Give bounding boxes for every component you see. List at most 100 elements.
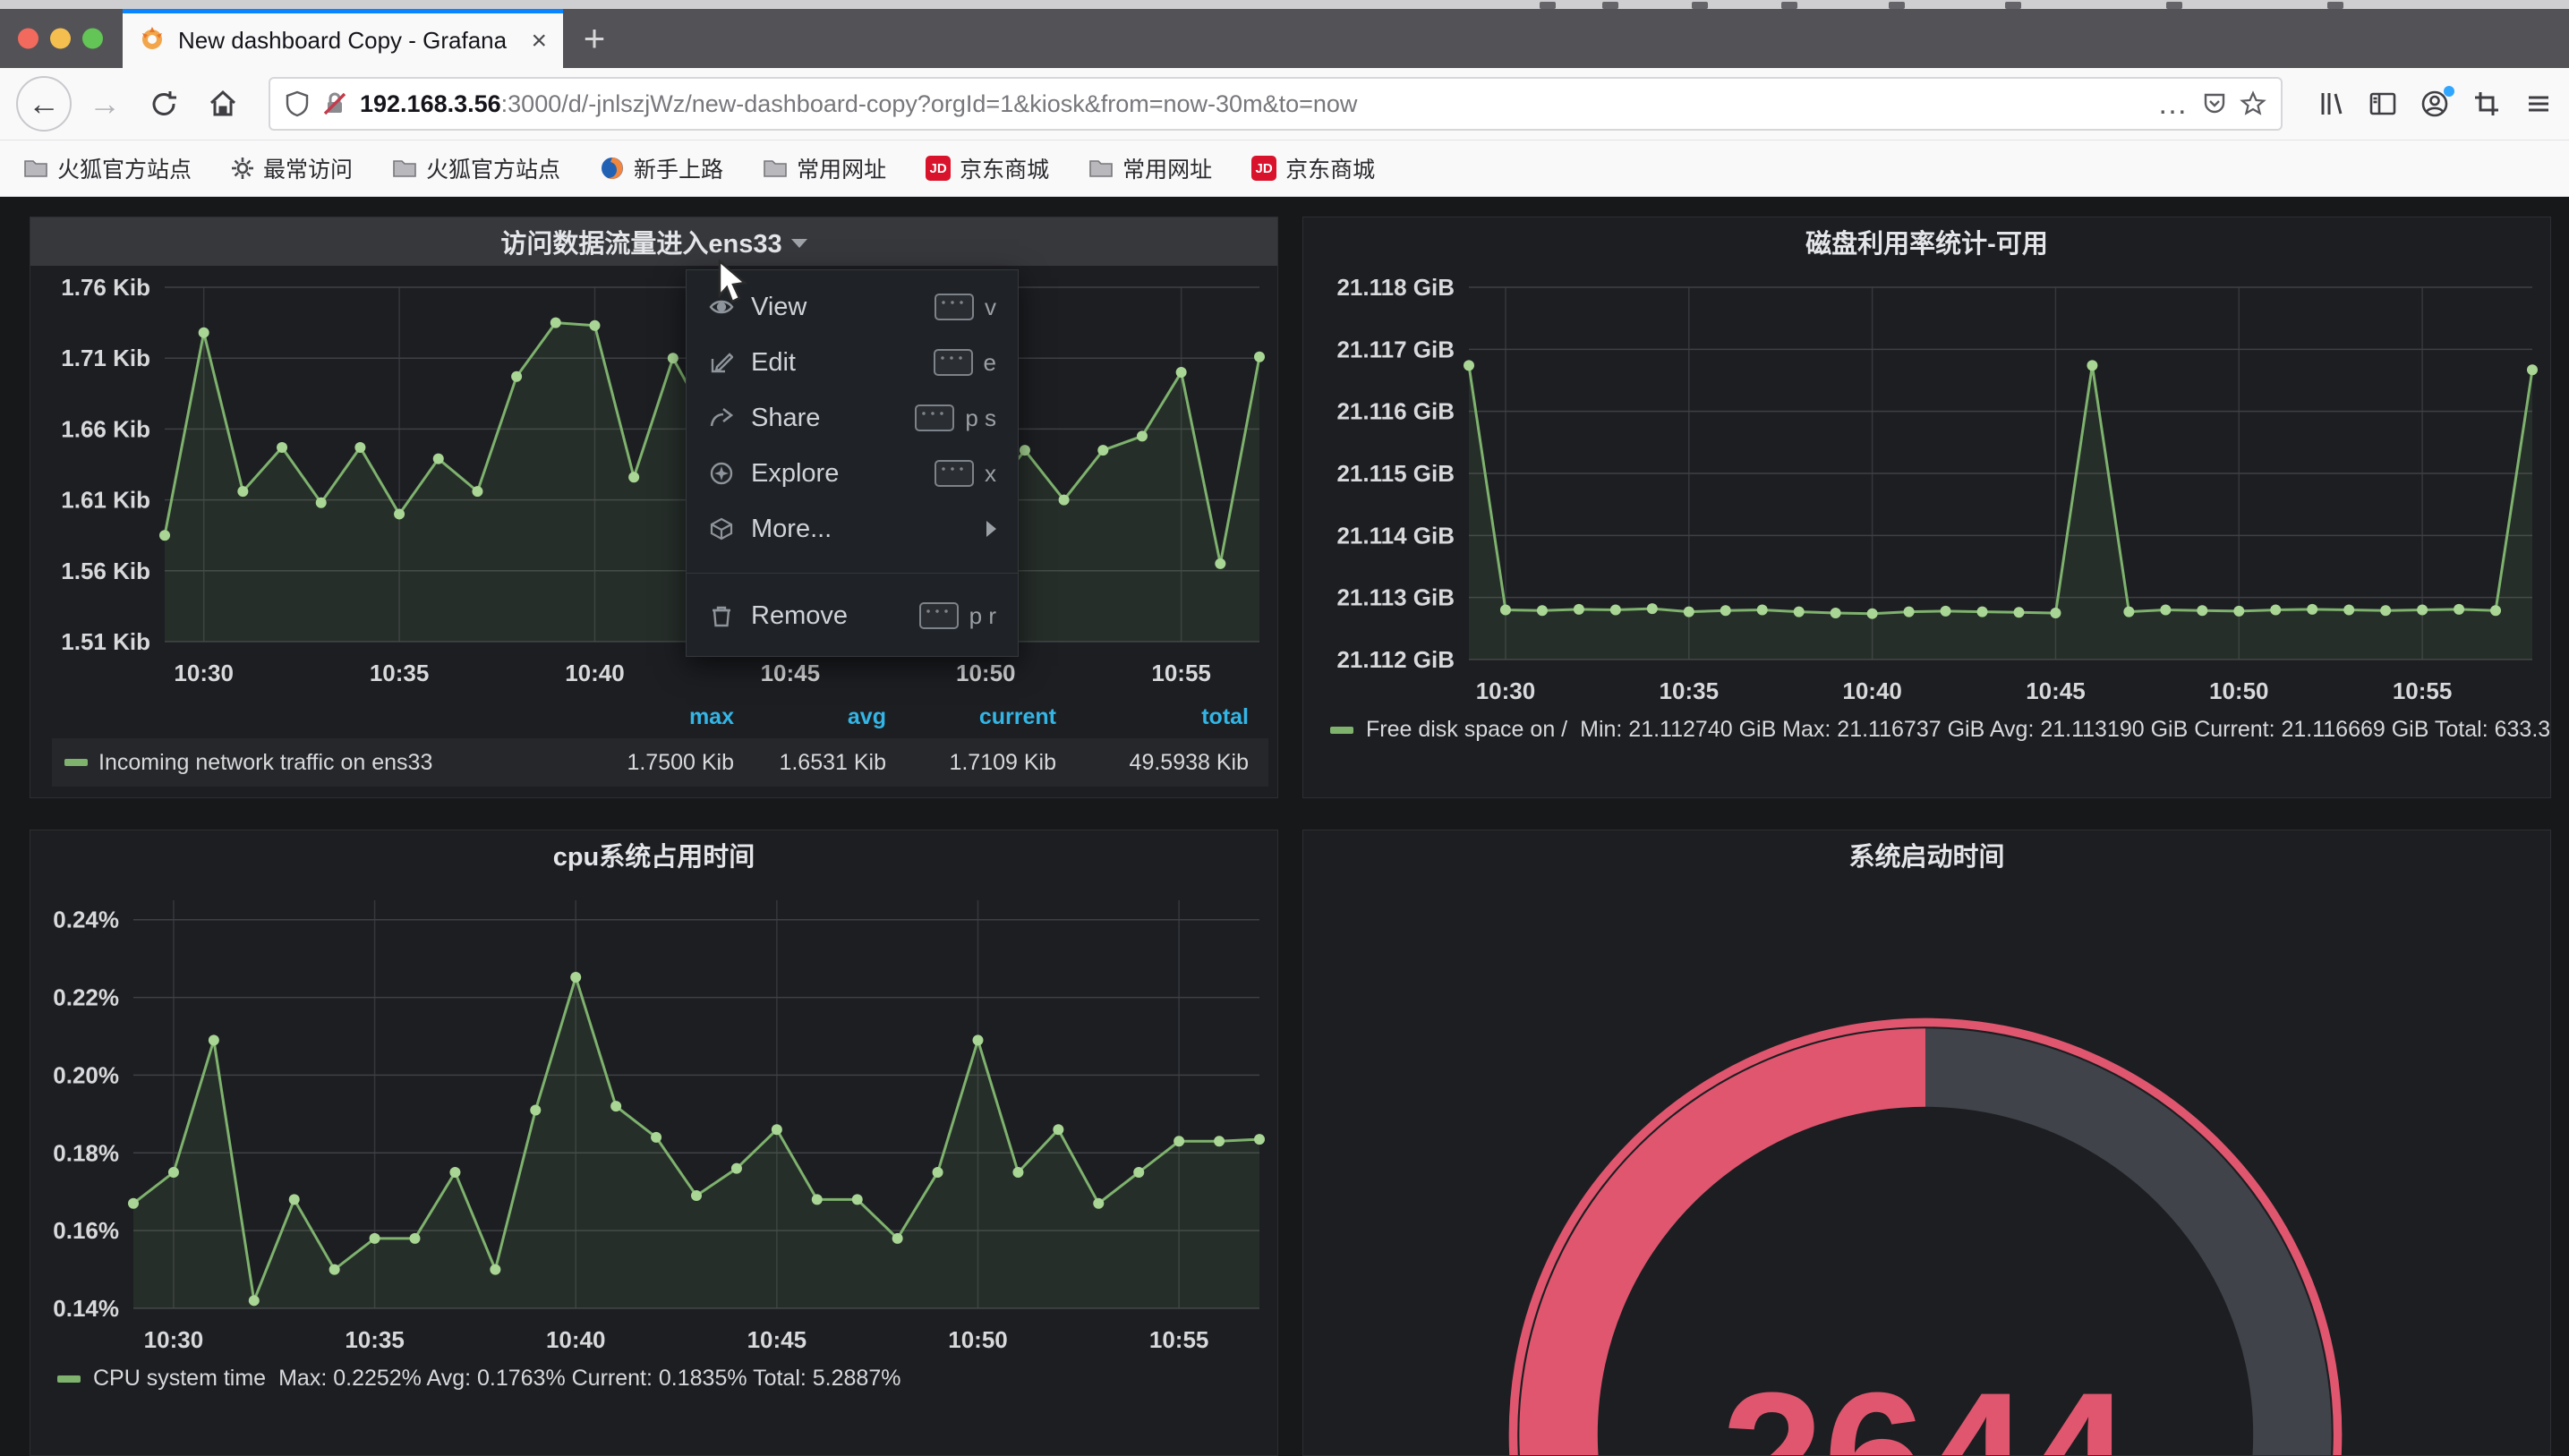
network-chart[interactable]: 10:3010:3510:4010:4510:5010:551.76 Kib1.… [30,266,1277,695]
menu-item-explore[interactable]: Explore x [687,446,1018,501]
window-close-button[interactable] [18,29,38,49]
mouse-cursor [716,260,757,309]
series-stats: Min: 21.112740 GiB Max: 21.116737 GiB Av… [1580,717,2550,743]
forward-button[interactable]: → [79,78,131,130]
svg-text:1.61 Kib: 1.61 Kib [61,487,150,514]
back-button[interactable]: ← [16,76,72,132]
url-bar[interactable]: 192.168.3.56:3000/d/-jnlszjWz/new-dashbo… [269,77,2283,131]
svg-text:21.116 GiB: 21.116 GiB [1336,398,1455,425]
bookmark-item[interactable]: 最常访问 [231,152,353,184]
series-label[interactable]: Free disk space on / [1366,717,1567,743]
screenshot-crop-icon[interactable] [2472,89,2501,118]
panel-cpu-title[interactable]: cpu系统占用时间 [553,836,755,873]
browser-tab[interactable]: New dashboard Copy - Grafana × [123,9,563,68]
firefox-icon [600,156,625,181]
url-path: :3000/d/-jnlszjWz/new-dashboard-copy?org… [501,90,1358,117]
legend-series-row[interactable]: Incoming network traffic on ens33 1.7500… [52,738,1268,787]
tracking-shield-icon[interactable] [285,90,310,117]
bookmark-item[interactable]: JD 京东商城 [926,152,1049,184]
panel-disk-title[interactable]: 磁盘利用率统计-可用 [1805,223,2048,260]
svg-text:0.18%: 0.18% [53,1139,119,1166]
bookmark-item[interactable]: 新手上路 [600,152,723,184]
cpu-chart[interactable]: 10:3010:3510:4010:4510:5010:550.24%0.22%… [30,879,1277,1362]
window-minimize-button[interactable] [50,29,71,49]
chevron-down-icon [791,239,807,248]
toolbar-right-icons [2317,89,2553,118]
trash-icon [708,604,735,627]
legend-header-max[interactable]: max [584,704,754,730]
refresh-button[interactable] [138,78,190,130]
menu-item-more[interactable]: More... [687,501,1018,557]
svg-text:0.16%: 0.16% [53,1217,119,1244]
svg-text:10:55: 10:55 [1149,1326,1209,1353]
panel-disk-header[interactable]: 磁盘利用率统计-可用 [1303,217,2550,266]
sidebar-icon[interactable] [2368,89,2397,118]
bookmark-item[interactable]: 火狐官方站点 [392,152,560,184]
series-label[interactable]: CPU system time [93,1366,266,1392]
panel-network-traffic: 访问数据流量进入ens33 10:3010:3510:4010:4510:501… [30,217,1278,798]
uptime-gauge: 2644 [1375,884,2476,1456]
keyboard-icon [934,349,973,376]
svg-text:0.24%: 0.24% [53,907,119,933]
menubar-glyph [2327,2,2343,9]
legend-header-current[interactable]: current [906,704,1076,730]
legend-header-total[interactable]: total [1076,704,1268,730]
panel-network-title[interactable]: 访问数据流量进入ens33 [500,223,781,260]
menu-item-share[interactable]: Share p s [687,390,1018,446]
home-button[interactable] [197,78,249,130]
series-current: 1.7109 Kib [906,750,1076,776]
menu-item-remove[interactable]: Remove p r [687,588,1018,643]
svg-text:10:40: 10:40 [546,1326,606,1353]
svg-text:1.71 Kib: 1.71 Kib [61,345,150,371]
bookmark-item[interactable]: JD 京东商城 [1251,152,1375,184]
svg-text:10:30: 10:30 [1476,677,1536,704]
submenu-arrow-icon [986,521,996,537]
panel-network-header[interactable]: 访问数据流量进入ens33 [30,217,1277,266]
account-icon[interactable] [2420,89,2449,118]
tab-close-icon[interactable]: × [531,26,547,56]
new-tab-button[interactable]: + [563,9,626,68]
gear-icon [231,157,254,180]
url-text[interactable]: 192.168.3.56:3000/d/-jnlszjWz/new-dashbo… [360,90,2145,118]
svg-text:1.56 Kib: 1.56 Kib [61,558,150,584]
share-icon [708,407,735,429]
svg-text:0.14%: 0.14% [53,1295,119,1322]
folder-icon [1088,158,1114,179]
disk-legend[interactable]: Free disk space on / Min: 21.112740 GiB … [1303,713,2550,752]
svg-text:10:40: 10:40 [565,660,625,686]
menu-item-edit[interactable]: Edit e [687,335,1018,390]
network-legend-table: max avg current total Incoming network t… [30,695,1277,792]
hamburger-menu-icon[interactable] [2524,89,2553,118]
bookmark-item[interactable]: 火狐官方站点 [23,152,192,184]
panel-uptime-title[interactable]: 系统启动时间 [1848,836,2004,873]
svg-text:10:50: 10:50 [948,1326,1008,1353]
pocket-icon[interactable] [2202,91,2227,116]
svg-text:1.66 Kib: 1.66 Kib [61,415,150,442]
series-label[interactable]: Incoming network traffic on ens33 [98,750,432,776]
svg-text:1.76 Kib: 1.76 Kib [61,274,150,301]
cpu-legend[interactable]: CPU system time Max: 0.2252% Avg: 0.1763… [30,1362,1277,1401]
legend-header-avg[interactable]: avg [754,704,906,730]
bookmark-star-icon[interactable] [2240,90,2266,117]
edit-icon [708,351,735,374]
keyboard-icon [915,404,954,431]
jd-icon: JD [1251,156,1276,181]
gauge-value: 2644 [1721,1355,2129,1456]
keyboard-icon [935,294,974,320]
panel-cpu-header[interactable]: cpu系统占用时间 [30,830,1277,879]
panel-uptime-header[interactable]: 系统启动时间 [1303,830,2550,879]
page-actions-icon[interactable]: … [2157,95,2189,113]
menubar-glyph [1692,2,1708,9]
menubar-glyph [1540,2,1556,9]
bookmark-item[interactable]: 常用网址 [763,152,886,184]
keyboard-icon [935,460,974,487]
bookmark-item[interactable]: 常用网址 [1088,152,1212,184]
tab-bar: New dashboard Copy - Grafana × + [0,9,2569,68]
disk-chart[interactable]: 10:3010:3510:4010:4510:5010:5521.118 GiB… [1303,266,2550,713]
account-notification-badge [2444,86,2454,97]
folder-icon [763,158,788,179]
library-icon[interactable] [2317,89,2345,118]
grafana-favicon-icon [139,25,166,56]
insecure-lock-icon[interactable] [322,90,347,117]
window-zoom-button[interactable] [82,29,103,49]
